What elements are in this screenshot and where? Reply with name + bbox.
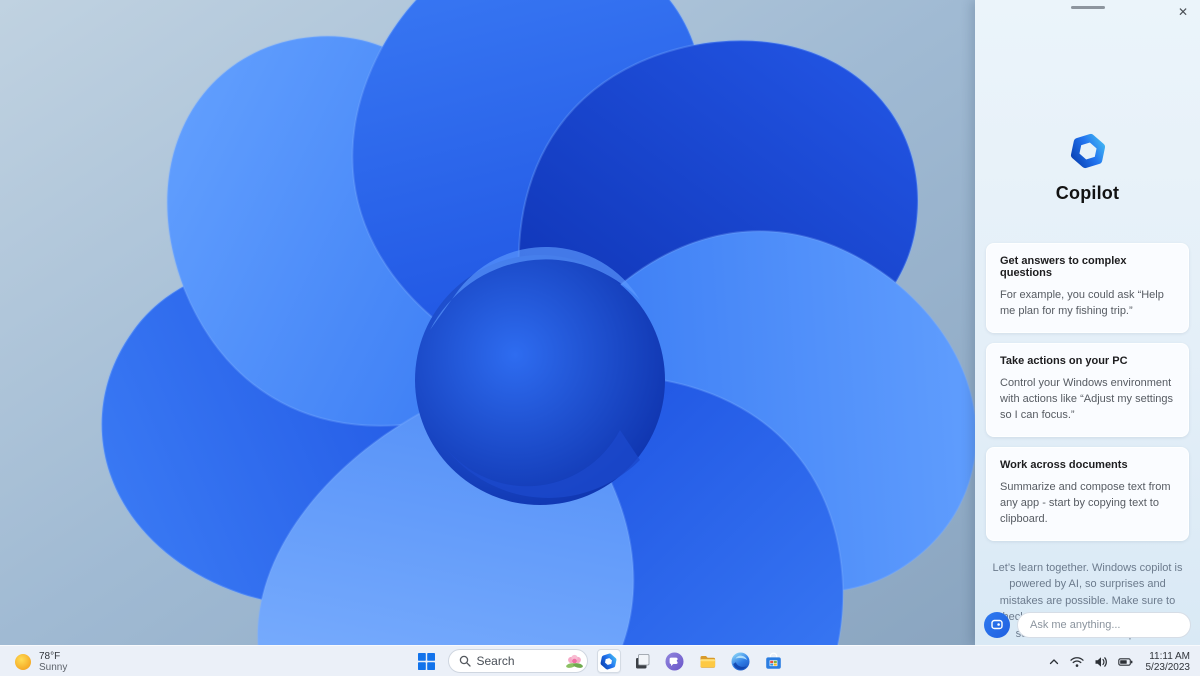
- search-box[interactable]: Search: [447, 649, 588, 673]
- card-body: Control your Windows environment with ac…: [1000, 376, 1174, 421]
- clock-time: 11:11 AM: [1149, 650, 1190, 662]
- chat-button[interactable]: [663, 649, 687, 673]
- sun-icon: [15, 653, 31, 670]
- windows-desktop: ✕ Copilot Get answers to complex questio: [0, 0, 1200, 676]
- weather-widget[interactable]: 78°F Sunny: [8, 646, 73, 676]
- weather-temp: 78°F: [39, 650, 61, 662]
- suggestion-cards: Get answers to complex questions For exa…: [986, 243, 1189, 541]
- search-icon: [459, 655, 471, 667]
- ask-row: [984, 612, 1191, 638]
- drag-handle[interactable]: [1070, 6, 1105, 9]
- battery-icon[interactable]: [1115, 650, 1136, 674]
- system-tray: 11:11 AM 5/23/2023: [1045, 646, 1195, 676]
- card-body: For example, you could ask “Help me plan…: [1000, 289, 1164, 317]
- taskbar: 78°F Sunny Search 11:11 AM 5/23/2023: [0, 645, 1200, 676]
- bloom-wallpaper: [0, 0, 975, 645]
- edge-button[interactable]: [729, 649, 753, 673]
- copilot-taskbar-icon: [600, 653, 617, 669]
- store-button[interactable]: [762, 649, 786, 673]
- copilot-avatar: [984, 612, 1010, 638]
- windows-start-icon: [418, 652, 435, 670]
- file-explorer-button[interactable]: [696, 649, 720, 673]
- taskbar-copilot-button[interactable]: [596, 649, 621, 673]
- volume-icon[interactable]: [1091, 650, 1111, 674]
- desktop[interactable]: [0, 0, 975, 645]
- card-work-documents[interactable]: Work across documents Summarize and comp…: [986, 446, 1189, 541]
- ask-me-anything-input[interactable]: [1017, 612, 1191, 638]
- wifi-icon[interactable]: [1067, 650, 1087, 674]
- file-explorer-icon: [700, 655, 716, 668]
- card-take-actions[interactable]: Take actions on your PC Control your Win…: [986, 342, 1189, 437]
- clock[interactable]: 11:11 AM 5/23/2023: [1140, 651, 1195, 673]
- start-button[interactable]: [415, 649, 439, 673]
- card-body: Summarize and compose text from any app …: [1000, 480, 1171, 525]
- copilot-brand: Copilot: [986, 0, 1189, 204]
- search-highlight-flower-icon: [565, 654, 583, 668]
- search-placeholder: Search: [476, 654, 515, 668]
- taskbar-center: Search: [415, 646, 786, 676]
- edge-icon: [731, 652, 750, 670]
- clock-date: 5/23/2023: [1145, 661, 1191, 673]
- copilot-title: Copilot: [1055, 183, 1120, 203]
- card-heading: Take actions on your PC: [1000, 354, 1128, 367]
- close-icon[interactable]: ✕: [1174, 3, 1192, 21]
- task-view-icon: [635, 654, 649, 669]
- chat-icon: [665, 652, 684, 670]
- weather-condition: Sunny: [39, 661, 68, 673]
- copilot-panel: ✕ Copilot Get answers to complex questio: [975, 0, 1200, 645]
- card-heading: Work across documents: [1000, 458, 1128, 471]
- card-complex-questions[interactable]: Get answers to complex questions For exa…: [986, 243, 1189, 333]
- copilot-logo-icon: [1070, 133, 1105, 169]
- hidden-icons-chevron-icon[interactable]: [1045, 650, 1063, 674]
- card-heading: Get answers to complex questions: [1000, 255, 1127, 279]
- chat-bubble-icon: [991, 619, 1003, 630]
- microsoft-store-icon: [766, 652, 781, 669]
- task-view-button[interactable]: [630, 649, 654, 673]
